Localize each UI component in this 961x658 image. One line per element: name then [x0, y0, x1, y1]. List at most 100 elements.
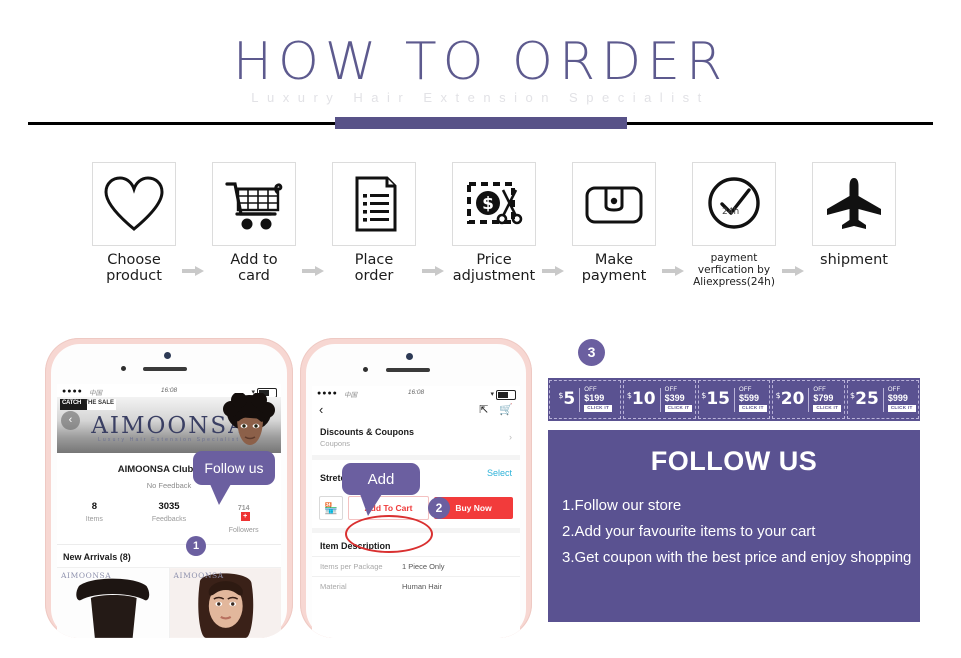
follow-us-item: 2.Add your favourite items to your cart [562, 523, 816, 540]
follow-us-item: 3.Get coupon with the best price and enj… [562, 549, 912, 566]
svg-text:24h: 24h [722, 207, 739, 217]
step-number-badge-1: 1 [186, 536, 206, 556]
coupon-item[interactable]: $25 OFF $999 CLICK IT [846, 380, 920, 419]
shopping-cart-icon [225, 182, 283, 230]
coupon-item[interactable]: $10 OFF $399 CLICK IT [623, 380, 696, 419]
step-add-to-card: Add to card [210, 162, 298, 284]
proximity-sensor [363, 367, 368, 372]
stat-label: Feedbacks [151, 516, 187, 523]
model-avatar [223, 393, 275, 445]
callout-add: Add [342, 463, 420, 516]
coupon-strip: $5 OFF $199 CLICK IT $10 OFF $399 CLICK … [548, 378, 920, 421]
coupon-divider [659, 387, 661, 412]
product-card[interactable]: AIMOONSA [169, 568, 281, 638]
select-link[interactable]: Select [487, 468, 512, 478]
step-arrow [662, 266, 684, 276]
earpiece-speaker [143, 367, 187, 371]
new-arrivals-heading: New Arrivals (8) [63, 552, 131, 562]
callout-follow-us: Follow us [193, 451, 275, 505]
product-watermark: AIMOONSA [173, 571, 224, 580]
step-label: payment verfication by Aliexpress(24h) [693, 252, 775, 288]
the-sale-label: THE SALE [84, 400, 114, 406]
coupon-divider [882, 387, 884, 412]
coupon-item[interactable]: $5 OFF $199 CLICK IT [549, 380, 622, 419]
coupon-cta-button[interactable]: CLICK IT [584, 405, 613, 412]
price-scissors-icon: $ [467, 182, 523, 225]
follow-us-heading: FOLLOW US [650, 446, 818, 476]
coupon-item[interactable]: $15 OFF $599 CLICK IT [697, 380, 771, 419]
step-icon-box [332, 162, 416, 246]
desc-row: Material Human Hair [312, 576, 520, 596]
step-icon-box [212, 162, 296, 246]
step-arrow [542, 266, 564, 276]
stat-items: 8 Items [57, 501, 132, 534]
follow-us-list: 1.Follow our store 2.Add your favourite … [548, 493, 920, 571]
coupon-min-spend: $199 [584, 393, 605, 404]
svg-text:$: $ [482, 194, 494, 214]
heart-icon [104, 176, 164, 231]
order-steps: Choose product Add to card Place order $… [90, 162, 896, 297]
step-payment-verification: 24h payment verfication by Aliexpress(24… [690, 162, 778, 288]
follow-plus-badge[interactable]: + [240, 512, 250, 521]
app-nav-bar: ‹ ⇱ 🛒 [312, 399, 520, 420]
coupon-min-spend: $599 [739, 393, 760, 404]
store-stats: 8 Items 3035 Feedbacks 714 + Followers [57, 501, 281, 534]
coupon-details: OFF $199 CLICK IT [584, 387, 613, 412]
discounts-subtitle: Coupons [320, 439, 351, 448]
coupon-min-spend: $799 [813, 393, 834, 404]
coupon-cta-button[interactable]: CLICK IT [664, 405, 693, 412]
stat-followers[interactable]: 714 + Followers [206, 501, 281, 534]
coupon-divider [734, 387, 735, 412]
clock-check-icon: 24h [708, 177, 760, 229]
front-camera [406, 353, 413, 360]
step-icon-box: $ [452, 162, 536, 246]
page-title: HOW TO ORDER [232, 32, 729, 92]
coupon-item[interactable]: $20 OFF $799 CLICK IT [772, 380, 845, 419]
back-chevron-icon[interactable]: ‹ [319, 402, 323, 417]
step-arrow [302, 266, 324, 276]
step-number-badge-3: 3 [578, 339, 605, 366]
stat-label: Followers [228, 527, 259, 534]
coupon-cta-button[interactable]: CLICK IT [887, 405, 916, 412]
coupon-details: OFF $599 CLICK IT [739, 387, 767, 412]
store-icon[interactable]: 🏪 [319, 496, 343, 520]
phone-mockup-store: ●●●● 中国 16:08 ▾ CATCH THE SALE ‹ AIMOONS… [45, 338, 293, 638]
step-place-order: Place order [330, 162, 418, 284]
step-choose-product: Choose product [90, 162, 178, 284]
catch-the-sale-badge: CATCH THE SALE [60, 399, 116, 410]
step-icon-box [812, 162, 896, 246]
product-card[interactable]: AIMOONSA [57, 568, 170, 638]
coupon-amount: $20 [775, 389, 805, 409]
stat-label: Items [85, 516, 103, 523]
airplane-icon [827, 178, 881, 229]
desc-value: 1 Piece Only [402, 562, 445, 571]
document-icon [355, 176, 397, 232]
callout-label: Follow us [204, 460, 264, 476]
discounts-row[interactable]: Discounts & Coupons Coupons › [312, 420, 520, 455]
earpiece-speaker [386, 368, 430, 372]
step-icon-box: 24h [692, 162, 776, 246]
page-header: HOW TO ORDER Luxury Hair Extension Speci… [0, 0, 961, 140]
callout-label: Add [367, 470, 395, 488]
catch-label: CATCH [62, 400, 82, 406]
callout-tail [360, 494, 382, 516]
status-bar: ●●●● 中国 16:08 ▾ [312, 386, 520, 400]
coupon-min-spend: $999 [887, 393, 908, 404]
proximity-sensor [121, 366, 126, 371]
stat-value: 8 [91, 501, 97, 512]
coupon-min-spend: $399 [664, 393, 685, 404]
step-icon-box [572, 162, 656, 246]
header-divider-accent [335, 117, 627, 129]
stat-feedbacks: 3035 Feedbacks [132, 501, 207, 534]
step-label: Make payment [581, 252, 647, 284]
desc-key: Material [320, 582, 347, 591]
coupon-cta-button[interactable]: CLICK IT [813, 405, 842, 412]
wallet-icon [585, 186, 643, 224]
cart-icon[interactable]: 🛒 [499, 403, 513, 416]
step-label: Price adjustment [452, 252, 536, 284]
share-icon[interactable]: ⇱ [479, 403, 488, 416]
page-subtitle: Luxury Hair Extension Specialist [251, 90, 710, 105]
step-arrow [422, 266, 444, 276]
coupon-amount: $10 [626, 389, 656, 409]
coupon-cta-button[interactable]: CLICK IT [739, 405, 767, 412]
